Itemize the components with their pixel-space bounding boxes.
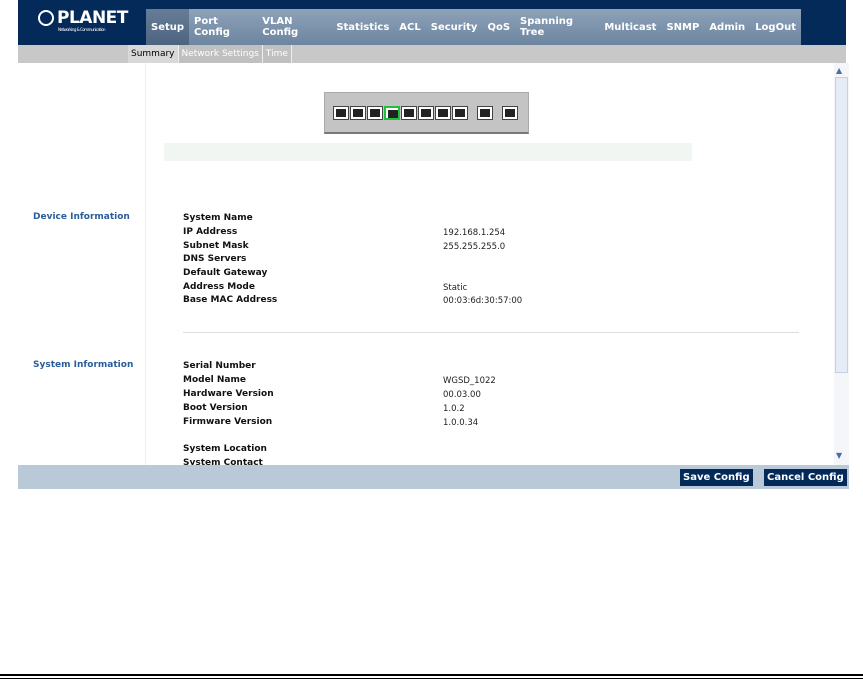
scroll-up-icon[interactable]: ▲	[836, 66, 842, 75]
port-5-icon[interactable]	[401, 105, 417, 120]
divider	[145, 63, 146, 465]
field-label: Boot Version	[183, 403, 248, 413]
status-band	[164, 143, 692, 161]
field-label: Model Name	[183, 375, 246, 385]
switch-panel	[324, 92, 529, 134]
port-2-icon[interactable]	[350, 105, 366, 120]
field-label: Hardware Version	[183, 389, 274, 399]
field-label: IP Address	[183, 227, 238, 237]
scroll-down-icon[interactable]: ▼	[836, 451, 842, 460]
field-label: Firmware Version	[183, 417, 273, 427]
scroll-thumb[interactable]	[835, 77, 848, 373]
port-3-icon[interactable]	[367, 105, 383, 120]
menu-security[interactable]: Security	[426, 9, 483, 45]
port-1-icon[interactable]	[333, 105, 349, 120]
field-value: 00.03.00	[443, 390, 481, 400]
menu-statistics[interactable]: Statistics	[331, 9, 394, 45]
field-label: Address Mode	[183, 282, 255, 292]
port-4-icon[interactable]	[384, 105, 400, 120]
content-area: Device Information System Name IP Address…	[18, 63, 834, 465]
menu-multicast[interactable]: Multicast	[599, 9, 661, 45]
header: PLANET Networking & Communication Setup P…	[18, 0, 846, 45]
system-info-title: System Information	[33, 360, 134, 370]
menu-snmp[interactable]: SNMP	[661, 9, 704, 45]
field-value: 255.255.255.0	[443, 242, 506, 252]
menu-admin[interactable]: Admin	[704, 9, 750, 45]
menu-logout[interactable]: LogOut	[750, 9, 801, 45]
menu-port-config[interactable]: Port Config	[189, 9, 257, 45]
page-rule	[0, 678, 863, 679]
port-9-icon[interactable]	[477, 105, 493, 120]
field-label: Subnet Mask	[183, 241, 249, 251]
port-7-icon[interactable]	[435, 105, 451, 120]
field-label: System Name	[183, 213, 253, 223]
field-value: Static	[443, 283, 468, 293]
port-8-icon[interactable]	[452, 105, 468, 120]
field-value: 1.0.2	[443, 404, 465, 414]
save-config-button[interactable]: Save Config	[680, 469, 753, 486]
page-rule	[0, 674, 863, 676]
planet-logo: PLANET Networking & Communication	[38, 8, 128, 32]
menu-vlan-config[interactable]: VLAN Config	[257, 9, 331, 45]
field-value: WGSD_1022	[443, 376, 496, 386]
field-label: System Contact	[183, 458, 263, 465]
scrollbar[interactable]: ▲ ▼	[834, 63, 849, 465]
field-label: Default Gateway	[183, 268, 268, 278]
globe-icon	[38, 10, 54, 26]
menu-acl[interactable]: ACL	[394, 9, 425, 45]
tab-summary[interactable]: Summary	[128, 45, 179, 63]
field-label: Serial Number	[183, 361, 256, 371]
port-10-icon[interactable]	[502, 105, 518, 120]
main-menu: Setup Port Config VLAN Config Statistics…	[146, 9, 801, 45]
field-label: System Location	[183, 444, 267, 454]
field-value: 192.168.1.254	[443, 228, 506, 238]
submenu-bar: Summary Network Settings Time	[18, 45, 846, 63]
tab-network-settings[interactable]: Network Settings	[178, 45, 263, 63]
device-info-title: Device Information	[33, 212, 130, 222]
port-6-icon[interactable]	[418, 105, 434, 120]
tab-time[interactable]: Time	[262, 45, 292, 63]
field-value: 1.0.0.34	[443, 418, 479, 428]
section-divider	[183, 332, 799, 333]
menu-spanning-tree[interactable]: Spanning Tree	[515, 9, 599, 45]
footer-bar: Save Config Cancel Config	[18, 465, 849, 489]
cancel-config-button[interactable]: Cancel Config	[764, 469, 847, 486]
field-label: DNS Servers	[183, 254, 247, 264]
menu-qos[interactable]: QoS	[482, 9, 515, 45]
field-label: Base MAC Address	[183, 295, 278, 305]
field-value: 00:03:6d:30:57:00	[443, 296, 523, 306]
menu-setup[interactable]: Setup	[146, 9, 190, 45]
